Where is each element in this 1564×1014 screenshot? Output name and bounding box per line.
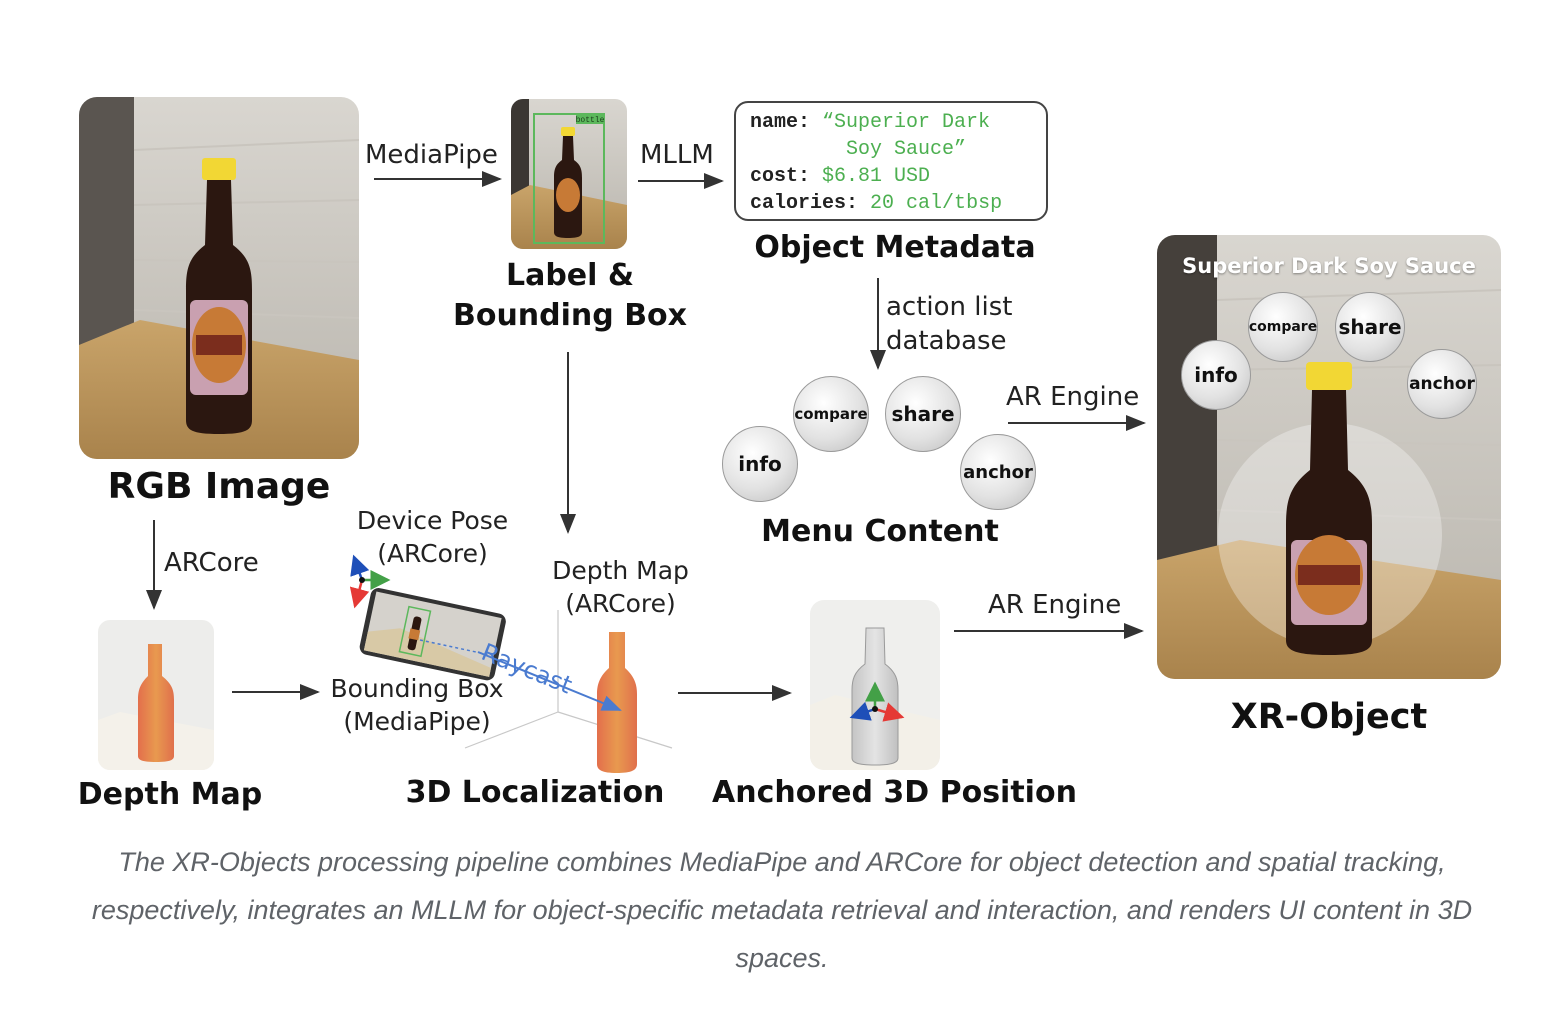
bbox-mediapipe-label-line2: (MediaPipe) <box>343 707 491 736</box>
rgb-image-title: RGB Image <box>107 466 331 507</box>
meta-calories-key: calories: <box>750 192 859 215</box>
bbox-mediapipe-label-line1: Bounding Box <box>330 674 504 703</box>
xr-object-title: XR-Object <box>1230 697 1428 737</box>
depth-map-title: Depth Map <box>77 777 263 812</box>
edge-label-action-list-line2: database <box>886 326 1007 356</box>
menu-bubble-anchor[interactable]: anchor <box>960 434 1036 510</box>
rgb-image-photo <box>79 97 359 459</box>
device-pose-label: Device Pose (ARCore) <box>340 504 525 570</box>
meta-cost-key: cost: <box>750 165 811 188</box>
label-bbox-photo <box>511 99 627 249</box>
device-pose-label-line2: (ARCore) <box>377 539 488 568</box>
depth-map-arcore-label-line1: Depth Map <box>552 556 689 585</box>
meta-name-value: “Superior Dark <box>822 111 991 134</box>
menu-bubble-share[interactable]: share <box>885 376 961 452</box>
meta-name-value-cont: Soy Sauce” <box>846 138 967 161</box>
xr-bubble-info[interactable]: info <box>1181 340 1251 410</box>
label-bbox-title-line2: Bounding Box <box>452 298 688 333</box>
meta-name-key: name: <box>750 111 811 134</box>
depth-map-arcore-label-line2: (ARCore) <box>565 589 676 618</box>
edge-label-ar-engine-bottom: AR Engine <box>988 590 1122 620</box>
xr-object-photo <box>1157 235 1501 679</box>
anchored-photo <box>810 600 940 770</box>
menu-bubble-info[interactable]: info <box>722 426 798 502</box>
xr-bubble-compare[interactable]: compare <box>1248 292 1318 362</box>
xr-bubble-anchor[interactable]: anchor <box>1407 349 1477 419</box>
anchored-title: Anchored 3D Position <box>712 775 1077 810</box>
edge-label-mllm: MLLM <box>640 140 714 170</box>
object-metadata-title: Object Metadata <box>754 230 1036 265</box>
localization-title: 3D Localization <box>405 775 665 810</box>
meta-calories-value: 20 cal/tbsp <box>870 192 1003 215</box>
menu-bubble-compare[interactable]: compare <box>793 376 869 452</box>
edge-label-mediapipe: MediaPipe <box>365 140 498 170</box>
meta-cost-value: $6.81 USD <box>822 165 931 188</box>
bbox-mediapipe-label: Bounding Box (MediaPipe) <box>322 672 512 738</box>
label-bbox-title-line1: Label & <box>505 258 635 293</box>
edge-label-arcore: ARCore <box>164 548 259 578</box>
object-metadata-box: name: “Superior Dark Soy Sauce” cost: $6… <box>734 101 1048 221</box>
edge-label-action-list-line1: action list <box>886 292 1013 322</box>
edge-label-action-list: action list database <box>886 290 1012 358</box>
menu-content-title: Menu Content <box>761 514 999 549</box>
depth-map-arcore-label: Depth Map (ARCore) <box>538 554 703 620</box>
detection-label: bottle <box>576 116 605 125</box>
figure-caption: The XR-Objects processing pipeline combi… <box>91 847 1473 973</box>
label-bbox-title: Label & Bounding Box <box>440 256 700 336</box>
depth-map-photo <box>98 620 214 770</box>
edge-label-ar-engine-top: AR Engine <box>1006 382 1140 412</box>
xr-object-overlay-title: Superior Dark Soy Sauce <box>1182 254 1476 278</box>
xr-bubble-share[interactable]: share <box>1335 292 1405 362</box>
device-pose-label-line1: Device Pose <box>356 506 509 535</box>
